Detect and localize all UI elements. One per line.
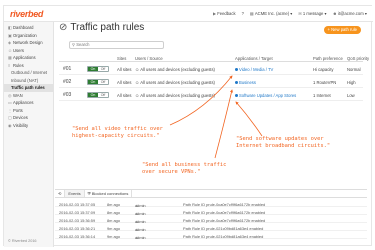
- riverbed-logo[interactable]: riverbed: [10, 9, 43, 19]
- messages-menu[interactable]: ✉1 message ▾: [298, 11, 326, 16]
- log-row: 2016-02-03 15:36:59 8m ago ☺ admin Path …: [55, 216, 367, 224]
- bell-icon: ✉: [298, 11, 302, 16]
- page-title: ⊘ Traffic path rules: [59, 22, 145, 33]
- tab-blocked-connections[interactable]: ⛨ Blocked connections: [85, 190, 133, 197]
- compass-icon: ⊘: [59, 22, 68, 33]
- sidebar-item-visibility[interactable]: ◉ Visibility: [4, 122, 53, 130]
- rule-toggle[interactable]: On Off: [87, 92, 109, 98]
- events-tabs: ⟲ Events ⛨ Blocked connections: [55, 190, 367, 198]
- sidebar-item-rules[interactable]: ≡ Rules: [4, 62, 53, 70]
- sidebar-item-traffic-path-rules[interactable]: Traffic path rules: [4, 84, 53, 92]
- rule-toggle[interactable]: On Off: [87, 79, 109, 85]
- col-path[interactable]: Path preference: [313, 56, 343, 61]
- col-apps[interactable]: Applications / Target: [235, 56, 273, 61]
- sidebar-item-applications[interactable]: ▦Applications: [4, 54, 53, 62]
- sidebar-item-appliances[interactable]: ▭Appliances: [4, 99, 53, 107]
- sidebar-item-devices[interactable]: ▢Devices: [4, 114, 53, 122]
- sidebar: ◧Dashboard ▣Organization ◈ Network Design…: [4, 22, 54, 247]
- table-row[interactable]: #01 On Off All sites ☺ All users and devi…: [59, 63, 363, 75]
- log-row: 2016-02-03 15:37:05 8m ago ☺ admin Path …: [55, 200, 367, 208]
- help-button[interactable]: ?: [242, 11, 244, 16]
- rule-number: #01: [63, 66, 72, 72]
- sidebar-item-users[interactable]: ☺Users: [4, 47, 53, 55]
- sidebar-item-dashboard[interactable]: ◧Dashboard: [4, 24, 53, 32]
- target-link[interactable]: Business: [235, 80, 256, 85]
- events-panel: ⟲ Events ⛨ Blocked connections 2016-02-0…: [55, 189, 367, 245]
- sidebar-item-inbound[interactable]: Inbound (NAT): [4, 77, 53, 85]
- top-nav: ▶Feedback ? ▦ACME Inc. (acme) ▾ ✉1 messa…: [213, 11, 367, 16]
- col-sites[interactable]: Sites: [117, 56, 126, 61]
- sidebar-item-network-design[interactable]: ◈ Network Design: [4, 39, 53, 47]
- annotation-video: "Send all video traffic over highest-cap…: [72, 126, 163, 139]
- table-header: Sites Users / Source Applications / Targ…: [59, 54, 369, 62]
- search-input[interactable]: ⚲ Search: [69, 41, 164, 49]
- building-icon: ▦: [249, 11, 254, 16]
- rule-toggle[interactable]: On Off: [87, 66, 109, 72]
- log-row: 2016-02-03 15:36:14 9m ago ☺ admin Path …: [55, 232, 367, 240]
- log-row: 2016-02-03 15:36:21 9m ago ☺ admin Path …: [55, 224, 367, 232]
- tab-events[interactable]: Events: [65, 190, 85, 197]
- annotation-business: "Send all business traffic over secure V…: [142, 162, 227, 175]
- rule-number: #03: [63, 92, 72, 98]
- org-menu[interactable]: ▦ACME Inc. (acme) ▾: [250, 11, 292, 16]
- log-row: 2016-02-03 15:37:09 8m ago ☺ admin Path …: [55, 208, 367, 216]
- target-dot-icon: [235, 68, 238, 72]
- rule-number: #02: [63, 79, 72, 85]
- feedback-link[interactable]: ▶Feedback: [213, 11, 236, 16]
- main-content: ⊘ Traffic path rules + New path rule ⚲ S…: [55, 18, 369, 178]
- target-link[interactable]: Video / Media / TV: [235, 67, 273, 72]
- target-dot-icon: [235, 81, 238, 85]
- target-dot-icon: [235, 94, 238, 98]
- col-qos[interactable]: QoS priority: [347, 56, 369, 61]
- sidebar-item-wan[interactable]: ◎ WAN: [4, 92, 53, 100]
- user-menu[interactable]: ☻it@acme.com ▾: [333, 11, 367, 16]
- sidebar-footer: © Riverbed 2016: [8, 239, 37, 243]
- sidebar-item-organization[interactable]: ▣Organization: [4, 32, 53, 40]
- refresh-icon: ⟲: [58, 191, 62, 196]
- table-row[interactable]: #02 On Off All sites ☺ All users and devi…: [59, 76, 363, 88]
- target-link[interactable]: Software Updates / App Stores: [235, 93, 296, 98]
- tab-refresh[interactable]: ⟲: [55, 190, 66, 197]
- sidebar-item-outbound[interactable]: Outbound / Internet: [4, 69, 53, 77]
- new-path-rule-button[interactable]: + New path rule: [323, 26, 361, 34]
- feedback-icon: ▶: [212, 11, 217, 16]
- user-icon: ☻: [332, 11, 338, 16]
- col-users[interactable]: Users / Source: [135, 56, 163, 61]
- table-row[interactable]: #03 On Off All sites ☺ All users and devi…: [59, 89, 363, 101]
- sidebar-item-ports[interactable]: ⋮Ports: [4, 107, 53, 115]
- annotation-software: "Send software updates over Internet bro…: [236, 136, 331, 149]
